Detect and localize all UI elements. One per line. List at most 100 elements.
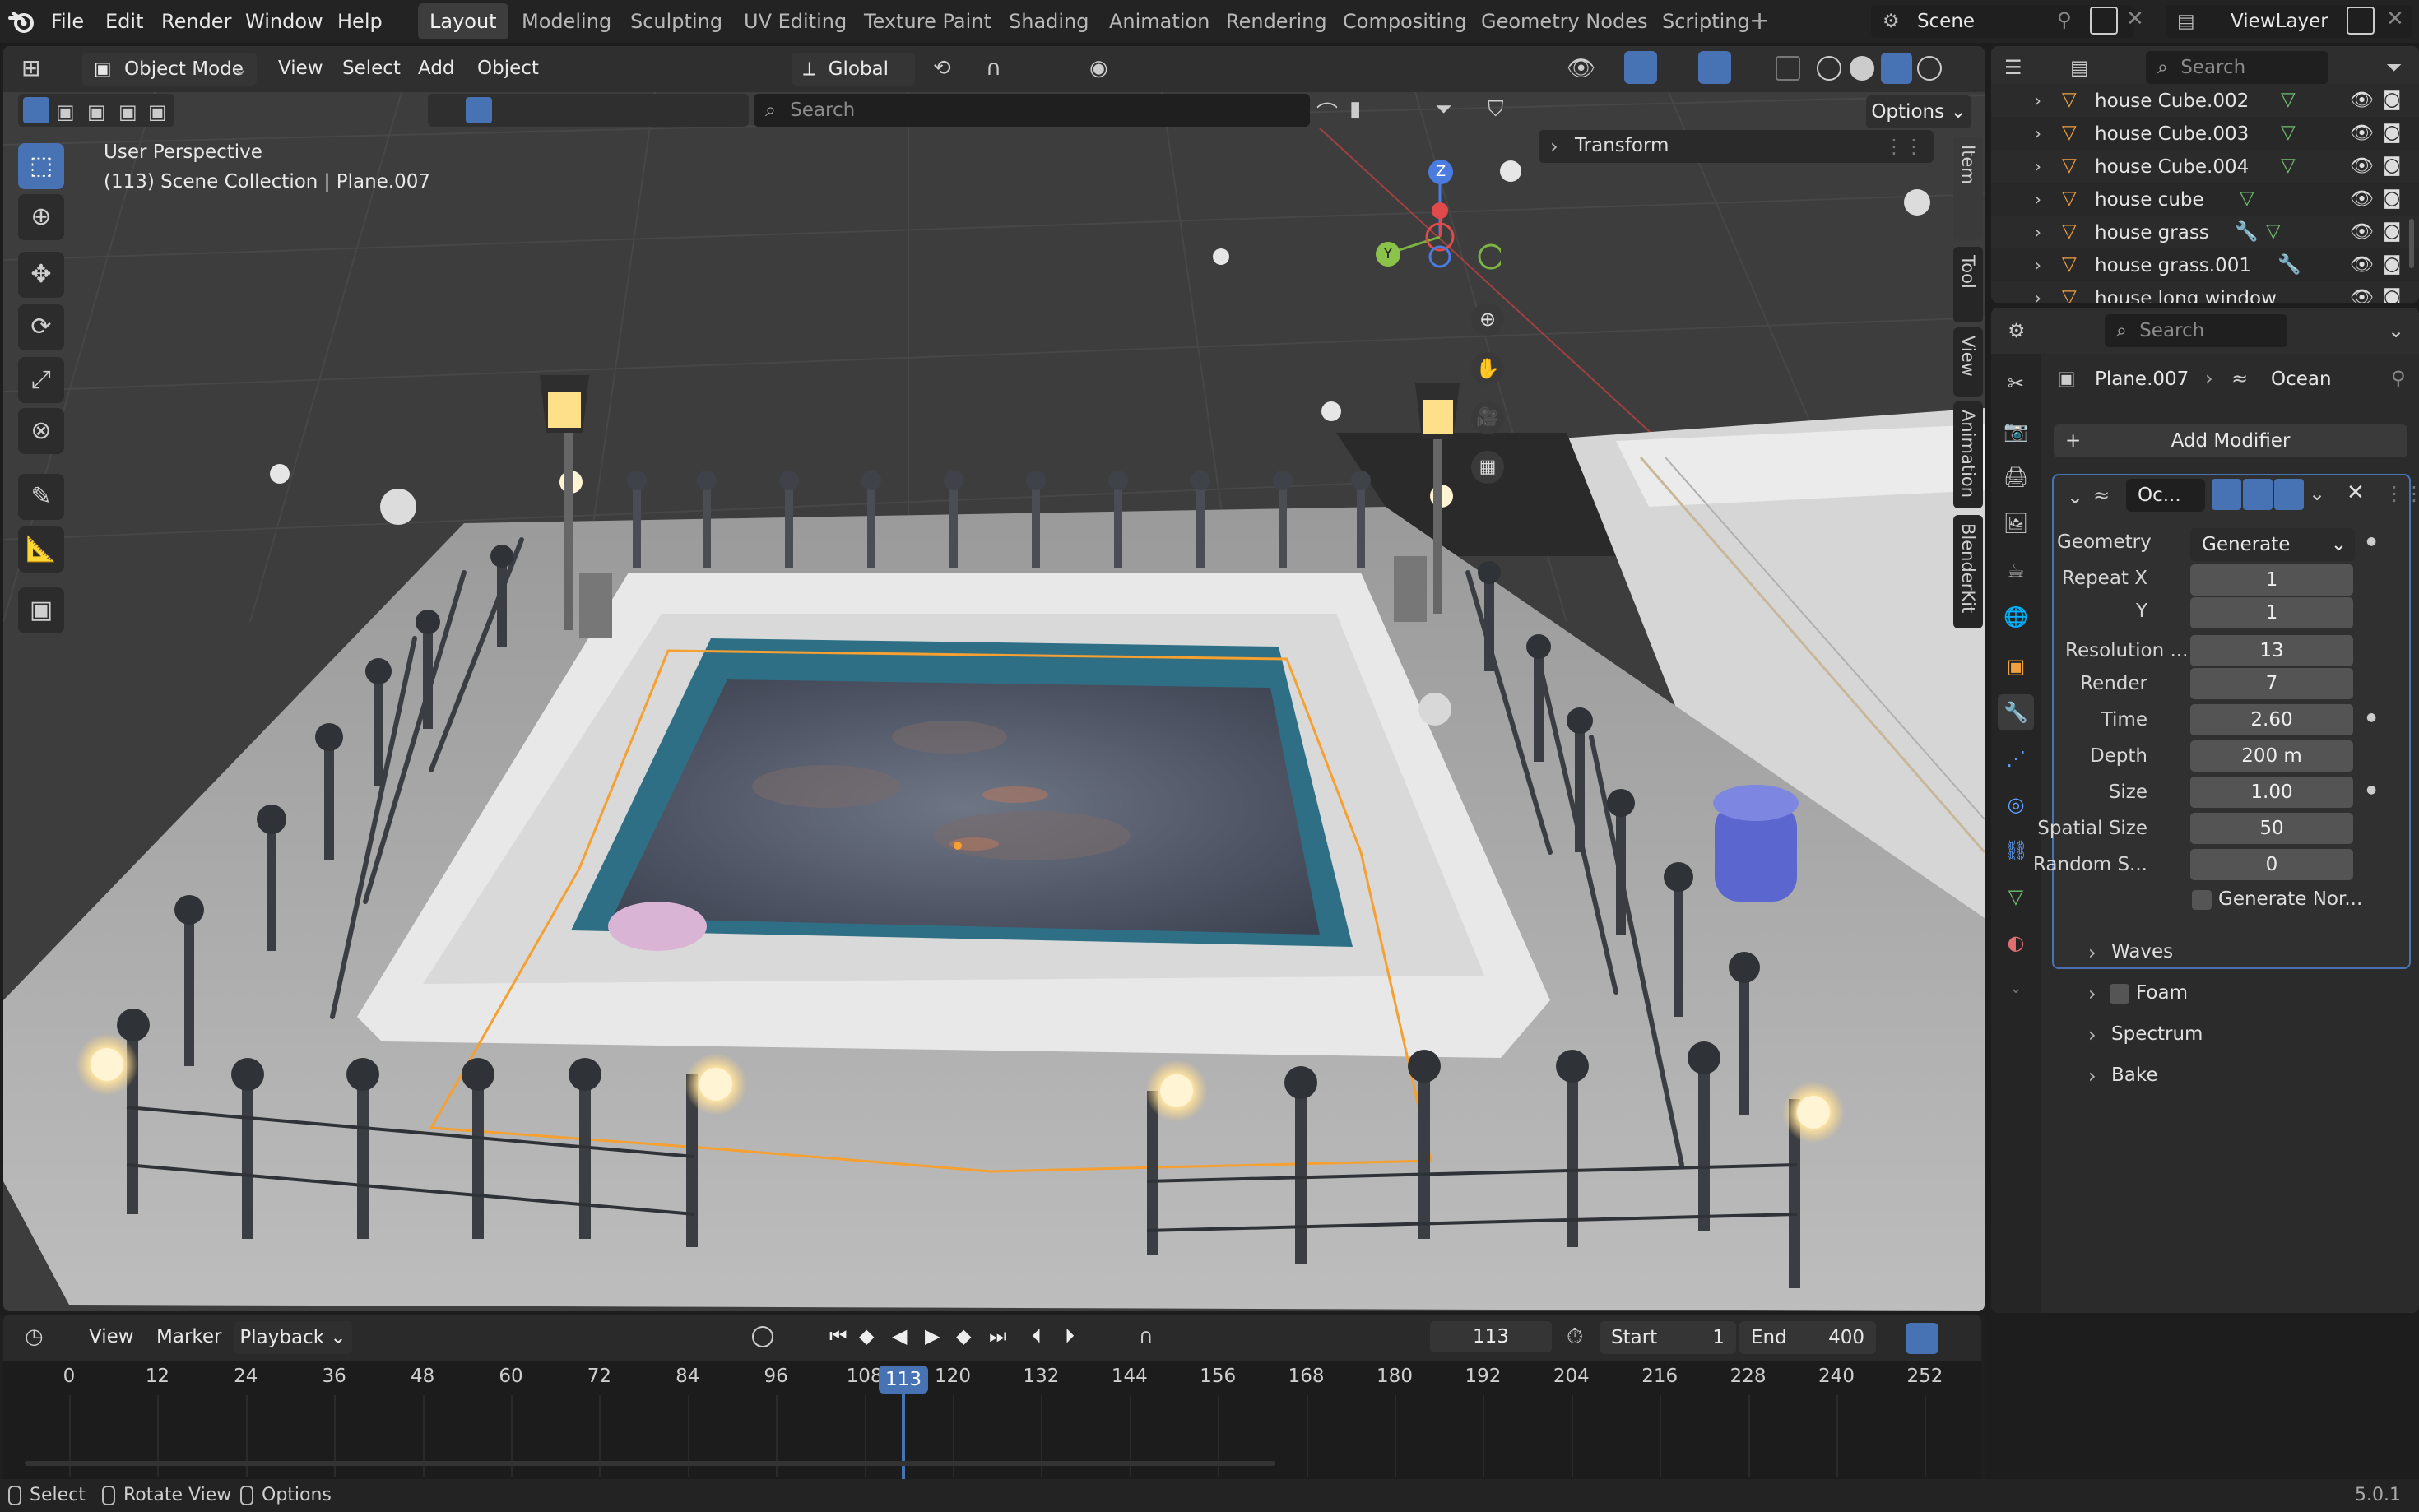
favorite-icon[interactable]: ▮ [1349, 97, 1361, 122]
auto-keying-icon[interactable]: ∩ [1139, 1324, 1154, 1347]
list-item[interactable]: › ▽ house long window 👁 ◙ [1991, 281, 2419, 303]
render-toggle-icon[interactable] [2274, 479, 2304, 510]
physics-properties-icon[interactable]: ◎ [1998, 786, 2034, 823]
chevron-right-icon[interactable]: › [2088, 982, 2096, 1005]
spatial-size-field[interactable]: 50 [2190, 813, 2353, 844]
data-properties-icon[interactable]: ▽ [1998, 879, 2034, 915]
camera-icon[interactable]: ◙ [2383, 89, 2401, 110]
keyframe-dot-icon[interactable]: ● [2366, 783, 2376, 796]
blenderkit-model-icon[interactable] [466, 97, 492, 123]
wireframe-shading-icon[interactable] [1817, 56, 1841, 81]
eye-icon[interactable]: 👁 [2350, 286, 2374, 303]
eye-icon[interactable]: 👁 [2350, 122, 2374, 144]
material-preview-icon[interactable] [1881, 53, 1912, 84]
keyframe-dot-icon[interactable]: ● [2366, 535, 2376, 548]
perspective-grid-icon[interactable]: ▦ [1471, 451, 1504, 484]
chevron-right-icon[interactable]: › [2088, 1064, 2096, 1088]
generate-normals-checkbox[interactable] [2192, 890, 2212, 910]
viewport-search-field[interactable]: ⌕ Search [754, 94, 1310, 127]
select-new-icon[interactable] [23, 97, 49, 123]
camera-icon[interactable]: ◙ [2383, 188, 2401, 209]
gizmo-y-axis[interactable]: Y [1376, 242, 1400, 267]
pivot-icon[interactable]: ⟲ [933, 56, 951, 81]
add-workspace-icon[interactable]: + [1749, 0, 1770, 43]
chevron-right-icon[interactable]: › [2034, 255, 2041, 276]
foam-section[interactable]: Foam [2136, 982, 2188, 1004]
edit-mode-toggle-icon[interactable] [2212, 479, 2241, 510]
prev-keyframe-icon[interactable]: ◆ [859, 1324, 874, 1347]
select-intersect-icon[interactable]: ▣ [118, 100, 137, 123]
modifier-properties-icon[interactable]: 🔧 [1998, 694, 2034, 730]
blender-logo-icon[interactable] [8, 10, 35, 33]
transform-panel[interactable]: › Transform ⋮⋮ [1539, 130, 1934, 163]
tab-shading[interactable]: Shading [997, 3, 1101, 39]
playback-dropdown[interactable]: Playback ⌄ [234, 1321, 352, 1354]
menu-render[interactable]: Render [161, 0, 231, 43]
pin-icon[interactable]: ⚲ [2057, 8, 2072, 31]
options-button[interactable]: Options ⌄ [1866, 95, 1971, 128]
end-frame-field[interactable]: End 400 [1739, 1321, 1876, 1354]
output-properties-icon[interactable]: 🖨 [1998, 459, 2034, 495]
chevron-right-icon[interactable]: › [2034, 90, 2041, 112]
next-keyframe-icon[interactable]: ◆ [956, 1324, 971, 1347]
chevron-down-icon[interactable]: ⌄ [2388, 319, 2404, 342]
camera-icon[interactable]: ◙ [2383, 286, 2401, 303]
foam-checkbox[interactable] [2110, 984, 2129, 1004]
blenderkit-toolbar[interactable] [428, 94, 749, 127]
timeline-menu-view[interactable]: View [89, 1326, 134, 1347]
chevron-down-icon[interactable]: ⌄ [2067, 485, 2083, 508]
new-scene-icon[interactable] [2090, 7, 2118, 35]
annotate-tool[interactable]: ✎ [18, 474, 64, 520]
pin-icon[interactable]: ⚲ [2391, 367, 2406, 390]
chevron-down-icon[interactable]: ⌄ [2309, 482, 2325, 505]
delete-view-layer-icon[interactable]: ✕ [2386, 7, 2404, 31]
next-frame-icon[interactable]: ⏵ [1065, 1324, 1075, 1347]
constraints-properties-icon[interactable]: ⛓ [1998, 833, 2034, 869]
zoom-icon[interactable]: ⊕ [1471, 303, 1504, 336]
drag-handle-icon[interactable]: ⋮⋮ [1884, 135, 1924, 158]
tab-rendering[interactable]: Rendering [1214, 3, 1339, 39]
list-item[interactable]: › ▽ house grass.001 🔧 👁 ◙ [1991, 248, 2419, 281]
add-modifier-button[interactable]: + Add Modifier [2054, 424, 2407, 457]
play-icon[interactable]: ▶ [925, 1324, 940, 1347]
timeline-scrollbar[interactable] [25, 1461, 1275, 1466]
tab-animation-sidebar[interactable]: Animation [1953, 401, 1983, 508]
keyframe-dot-icon[interactable]: ● [2366, 711, 2376, 724]
filter-icon[interactable]: ⏷ [1435, 97, 1452, 123]
menu-view[interactable]: View [278, 58, 323, 79]
timeline-panel[interactable]: ◷ View Marker Playback ⌄ ⏮ ◆ ◀ ▶ ◆ ⏭ ⏴ ⏵… [0, 1315, 1985, 1481]
camera-icon[interactable]: ◙ [2383, 253, 2401, 275]
tab-animation[interactable]: Animation [1098, 3, 1221, 39]
world-properties-icon[interactable]: 🌐 [1998, 599, 2034, 635]
menu-window[interactable]: Window [245, 0, 323, 43]
chevron-right-icon[interactable]: › [2034, 189, 2041, 211]
new-view-layer-icon[interactable] [2347, 7, 2375, 35]
snap-icon[interactable]: ∩ [986, 56, 1001, 81]
list-item[interactable]: › ▽ house cube ▽ 👁 ◙ [1991, 183, 2419, 216]
bookmark-icon[interactable]: ⌒ [1316, 97, 1338, 128]
cursor-tool[interactable]: ⊕ [18, 194, 64, 240]
select-mode-group[interactable]: ▣ ▣ ▣ ▣ [18, 94, 174, 127]
tab-layout[interactable]: Layout [418, 3, 508, 39]
repeat-y-field[interactable]: 1 [2190, 597, 2353, 628]
chevron-right-icon[interactable]: › [2088, 941, 2096, 964]
camera-icon[interactable]: ◙ [2383, 155, 2401, 176]
tab-uv-editing[interactable]: UV Editing [732, 3, 858, 39]
viewport-display-toggle-icon[interactable] [2243, 479, 2273, 510]
jump-start-icon[interactable]: ⏮ [829, 1324, 847, 1347]
clock-editor-icon[interactable]: ◷ [25, 1324, 44, 1349]
particles-properties-icon[interactable]: ⋰ [1998, 740, 2034, 777]
geometry-dropdown[interactable]: Generate ⌄ [2190, 528, 2355, 561]
depth-field[interactable]: 200 m [2190, 740, 2353, 772]
tab-geometry-nodes[interactable]: Geometry Nodes [1470, 3, 1659, 39]
transform-tool[interactable]: ⊗ [18, 408, 64, 454]
size-field[interactable]: 1.00 [2190, 777, 2353, 808]
record-icon[interactable] [752, 1326, 773, 1347]
chevron-right-icon[interactable]: › [2034, 156, 2041, 178]
eye-icon[interactable]: 👁 [2350, 220, 2374, 243]
proportional-edit-icon[interactable]: ◉ [1089, 56, 1108, 81]
display-mode-icon[interactable]: ▤ [2070, 56, 2089, 79]
gizmo-toggle-icon[interactable] [1624, 51, 1657, 84]
chevron-right-icon[interactable]: › [2088, 1023, 2096, 1046]
select-box-tool[interactable]: ⬚ [18, 143, 64, 189]
